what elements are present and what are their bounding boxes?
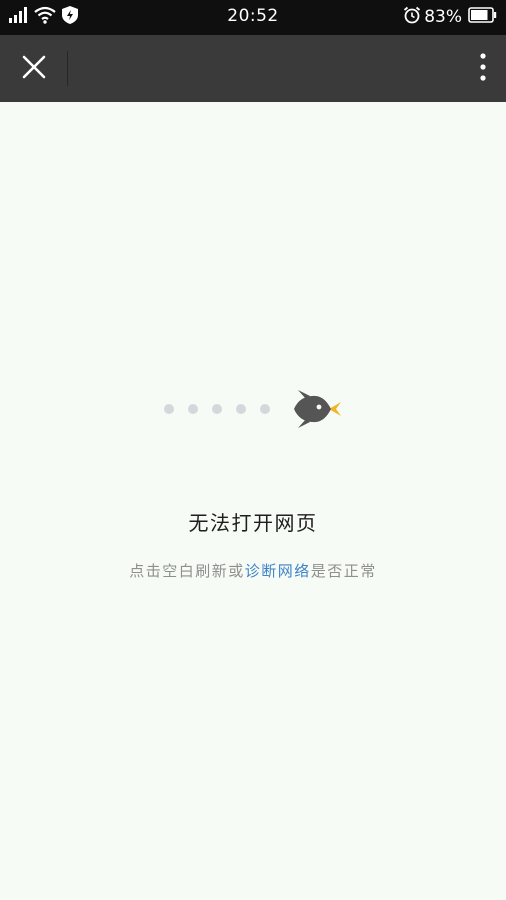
status-right-icons: 83% — [403, 6, 497, 28]
browser-toolbar — [0, 35, 506, 102]
loading-dot — [236, 404, 246, 414]
battery-icon — [468, 6, 497, 28]
screen: 20:52 83% 无法打开网页 点击空白刷新或诊断网络是否正常 — [0, 0, 506, 900]
status-bar: 20:52 83% — [0, 0, 506, 35]
alarm-icon — [403, 6, 421, 29]
more-vertical-icon — [480, 53, 486, 85]
toolbar-divider — [67, 51, 68, 86]
battery-percent: 83% — [424, 7, 462, 27]
hint-prefix: 点击空白刷新或 — [129, 562, 245, 580]
diagnose-network-link[interactable]: 诊断网络 — [245, 562, 311, 580]
loading-dot — [212, 404, 222, 414]
loading-dot — [164, 404, 174, 414]
loading-dot — [260, 404, 270, 414]
error-title: 无法打开网页 — [188, 511, 318, 535]
close-button[interactable] — [14, 49, 54, 89]
more-options-button[interactable] — [446, 49, 486, 89]
close-icon — [22, 55, 46, 83]
loading-animation — [0, 386, 506, 432]
loading-dot — [188, 404, 198, 414]
hint-suffix: 是否正常 — [310, 562, 377, 580]
error-hint[interactable]: 点击空白刷新或诊断网络是否正常 — [0, 560, 506, 581]
rocket-icon — [292, 388, 344, 434]
